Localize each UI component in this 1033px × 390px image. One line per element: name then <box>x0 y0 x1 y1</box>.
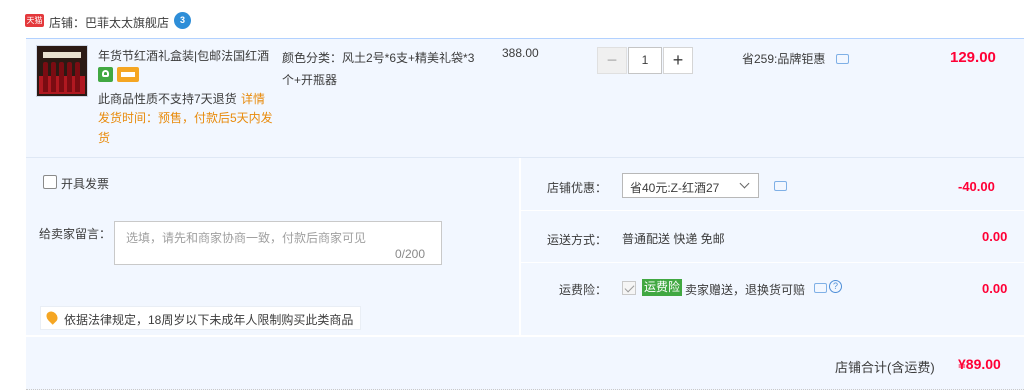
item-total-price: 129.00 <box>950 49 996 66</box>
message-char-count: 0/200 <box>395 247 426 261</box>
coupon-chat-icon[interactable] <box>774 181 787 191</box>
insurance-amount: 0.00 <box>982 281 1008 296</box>
credit-card-icon[interactable] <box>117 67 139 82</box>
unit-price: 388.00 <box>502 46 539 60</box>
coupon-selected-value[interactable]: 省40元:Z-红酒27 <box>630 179 719 196</box>
quantity-stepper: − 1 + <box>597 47 693 74</box>
coupon-amount: -40.00 <box>958 179 995 194</box>
product-thumbnail[interactable] <box>36 45 88 97</box>
guarantee-icon[interactable] <box>98 67 113 82</box>
shipping-method: 普通配送 快递 免邮 <box>622 232 725 246</box>
invoice-checkbox[interactable] <box>43 175 57 189</box>
insurance-chat-icon[interactable] <box>814 283 827 293</box>
invoice-label[interactable]: 开具发票 <box>61 175 109 192</box>
sku-description: 颜色分类：风土2号*6支+精美礼袋*3个+开瓶器 <box>282 51 475 87</box>
panel-divider <box>520 158 521 335</box>
row-divider <box>521 210 1024 211</box>
quantity-input[interactable]: 1 <box>628 47 662 74</box>
product-title-link[interactable]: 年货节红酒礼盒装|包邮法国红酒 <box>98 47 273 64</box>
row-divider <box>521 262 1024 263</box>
quantity-decrease-button[interactable]: − <box>597 47 627 74</box>
message-label: 给卖家留言： <box>39 227 112 241</box>
wangwang-chat-icon[interactable]: 3 <box>174 12 191 29</box>
return-detail-link[interactable]: 详情 <box>241 90 265 107</box>
shop-total-label: 店铺合计(含运费) <box>835 360 935 375</box>
shop-name[interactable]: 店铺：巴菲太太旗舰店 <box>49 14 169 31</box>
quantity-increase-button[interactable]: + <box>663 47 693 74</box>
insurance-description: 卖家赠送，退换货可赔 <box>685 283 806 297</box>
tmall-badge: 天猫 <box>25 14 44 27</box>
promotion-chat-icon[interactable] <box>836 54 849 64</box>
shipping-label: 运送方式： <box>547 233 608 247</box>
promotion-text: 省259:品牌钜惠 <box>742 52 826 66</box>
no-return-notice: 此商品性质不支持7天退货 <box>98 92 237 106</box>
legal-notice-text: 依据法律规定，18周岁以下未成年人限制购买此类商品 <box>64 313 354 327</box>
insurance-checkbox[interactable] <box>622 281 636 295</box>
shipping-amount: 0.00 <box>982 229 1008 244</box>
ship-time-notice: 发货时间：预售，付款后5天内发货 <box>98 111 273 145</box>
help-icon[interactable]: ? <box>829 280 842 293</box>
shop-total-amount: ¥89.00 <box>958 356 1001 372</box>
insurance-tag: 运费险 <box>642 279 683 296</box>
coupon-label: 店铺优惠： <box>547 181 608 195</box>
insurance-label: 运费险： <box>559 283 608 297</box>
message-placeholder: 选填，请先和商家协商一致，付款后商家可见 <box>126 231 367 245</box>
